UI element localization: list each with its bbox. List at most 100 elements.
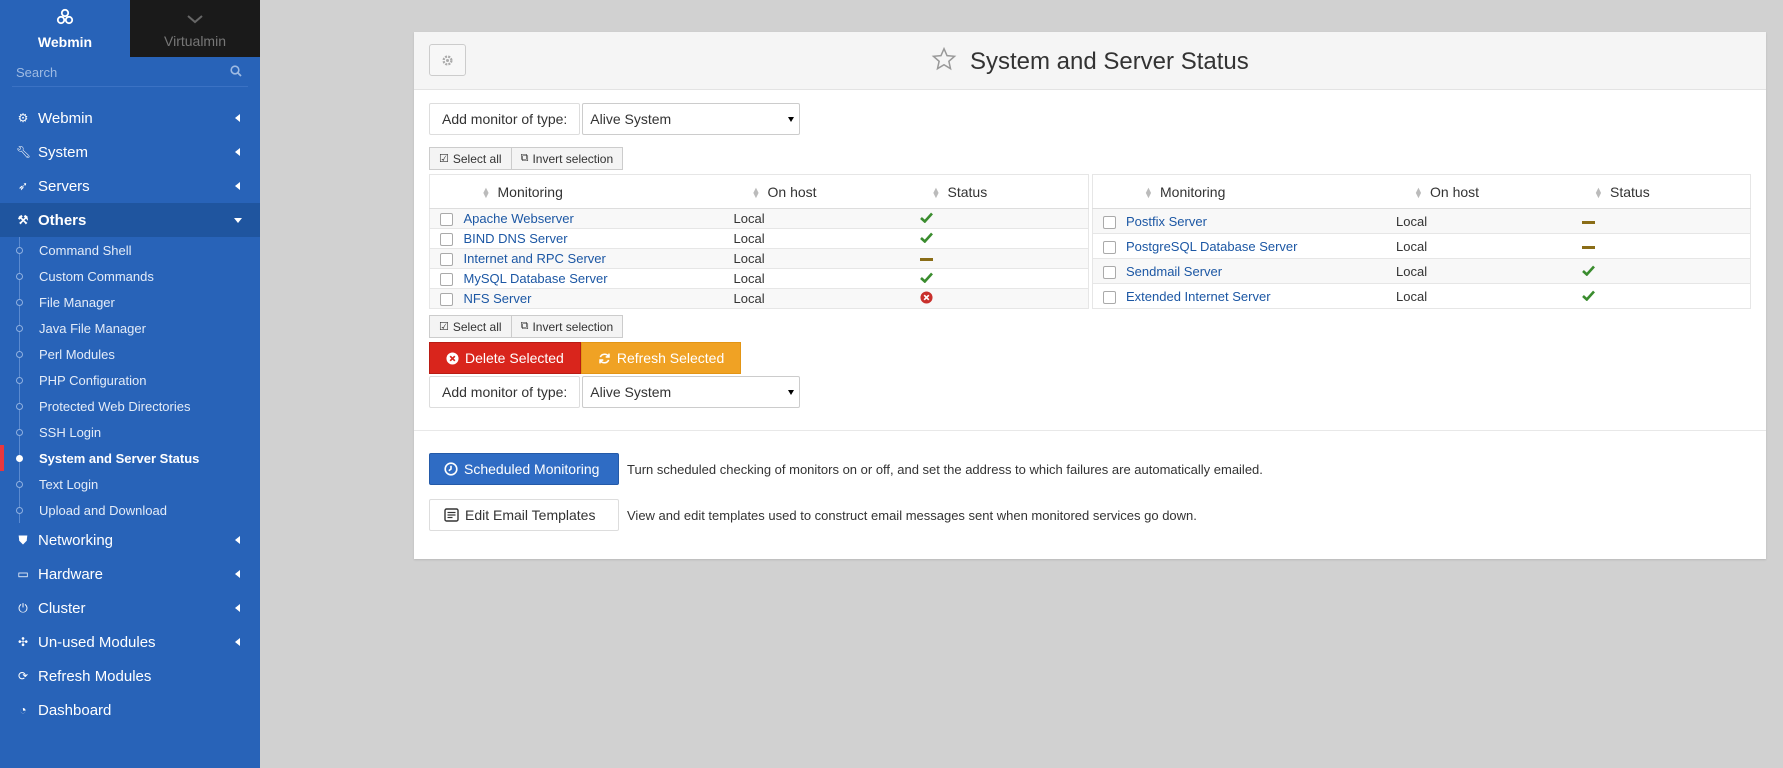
sidebar-item-label: Hardware: [38, 565, 104, 583]
shield-icon: ⛊: [18, 532, 28, 547]
bullet-icon: [16, 403, 23, 410]
row-checkbox[interactable]: [1102, 290, 1116, 304]
sidebar-item-networking[interactable]: ⛊ Networking: [0, 523, 260, 557]
row-select-cell: [429, 288, 464, 309]
tab-webmin[interactable]: Webmin: [0, 0, 130, 57]
invert-selection-button[interactable]: ⧉ Invert selection: [511, 147, 624, 170]
sidebar-item-perl-modules[interactable]: Perl Modules: [0, 341, 260, 367]
row-checkbox[interactable]: [440, 233, 454, 247]
edit-email-templates-button[interactable]: Edit Email Templates: [429, 499, 619, 531]
status-indicator: [919, 231, 933, 246]
sidebar-item-java-file-manager[interactable]: Java File Manager: [0, 315, 260, 341]
monitor-link[interactable]: Extended Internet Server: [1126, 289, 1271, 304]
select-all-button[interactable]: ☑ Select all: [429, 315, 512, 338]
monitor-link[interactable]: Sendmail Server: [1126, 264, 1222, 279]
sidebar-item-refresh-modules[interactable]: ⟳ Refresh Modules: [0, 659, 260, 693]
monitor-link[interactable]: BIND DNS Server: [464, 231, 568, 246]
tab-virtualmin[interactable]: Virtualmin: [130, 0, 260, 57]
sidebar-item-command-shell[interactable]: Command Shell: [0, 237, 260, 263]
sidebar-item-system-and-server-status[interactable]: System and Server Status: [0, 445, 260, 471]
sidebar-item-others[interactable]: ⚒ Others: [0, 203, 260, 237]
host-cell: Local: [733, 248, 914, 269]
monitor-type-select[interactable]: Alive System: [582, 103, 801, 135]
header-status[interactable]: ▲ ▼ Status: [913, 174, 1089, 209]
monitors-table-right: ▲ ▼ Monitoring ▲ ▼ On host ▲ ▼ Status Postfix …: [1091, 174, 1752, 309]
monitor-link[interactable]: PostgreSQL Database Server: [1126, 239, 1298, 254]
external-link-icon: ⧉: [520, 320, 529, 332]
star-icon[interactable]: [931, 46, 957, 72]
delete-selected-button[interactable]: Delete Selected: [429, 342, 581, 374]
sidebar-item-ssh-login[interactable]: SSH Login: [0, 419, 260, 445]
search-icon[interactable]: [230, 65, 242, 77]
sidebar-item-text-login[interactable]: Text Login: [0, 471, 260, 497]
dropdown-arrow-icon: [788, 390, 795, 395]
select-all-button[interactable]: ☑ Select all: [429, 147, 512, 170]
sort-icon: ▲ ▼: [1594, 184, 1603, 200]
minus-icon: [1582, 245, 1595, 249]
scheduled-monitoring-label: Scheduled Monitoring: [464, 461, 600, 477]
table-row: Extended Internet Server Local: [1091, 283, 1751, 309]
monitor-link[interactable]: Postfix Server: [1126, 214, 1207, 229]
sidebar-item-label: PHP Configuration: [39, 372, 147, 388]
header-status[interactable]: ▲ ▼ Status: [1576, 174, 1751, 209]
row-checkbox[interactable]: [440, 293, 454, 307]
sidebar-item-cluster[interactable]: ⏻ Cluster: [0, 591, 260, 625]
sidebar-item-file-manager[interactable]: File Manager: [0, 289, 260, 315]
header-on-host[interactable]: ▲ ▼ On host: [733, 174, 914, 209]
sidebar-item-system[interactable]: 🔧︎ System: [0, 135, 260, 169]
monitor-link[interactable]: Apache Webserver: [464, 211, 574, 226]
caret-left-icon: [235, 604, 240, 612]
bullet-icon: [16, 429, 23, 436]
row-checkbox[interactable]: [440, 253, 454, 267]
sidebar-item-php-configuration[interactable]: PHP Configuration: [0, 367, 260, 393]
sidebar-item-upload-and-download[interactable]: Upload and Download: [0, 497, 260, 523]
monitors-table-left: ▲ ▼ Monitoring ▲ ▼ On host ▲ ▼ Status Apache W…: [429, 174, 1089, 309]
add-monitor-label: Add monitor of type:: [429, 103, 581, 135]
monitor-link[interactable]: Internet and RPC Server: [464, 251, 606, 266]
invert-selection-button[interactable]: ⧉ Invert selection: [511, 315, 624, 338]
sidebar-item-custom-commands[interactable]: Custom Commands: [0, 263, 260, 289]
add-monitor-row-top: Add monitor of type: Alive System: [429, 103, 1751, 135]
row-checkbox[interactable]: [440, 213, 454, 227]
scheduled-monitoring-help: Turn scheduled checking of monitors on o…: [627, 461, 1263, 477]
sidebar-item-un-used-modules[interactable]: ✣ Un-used Modules: [0, 625, 260, 659]
sidebar-item-protected-web-directories[interactable]: Protected Web Directories: [0, 393, 260, 419]
row-checkbox[interactable]: [1102, 240, 1116, 254]
sidebar-item-webmin[interactable]: ⚙ Webmin: [0, 101, 260, 135]
row-select-cell: [1091, 208, 1126, 234]
edit-email-templates-label: Edit Email Templates: [465, 507, 596, 523]
scheduled-monitoring-button[interactable]: Scheduled Monitoring: [429, 453, 619, 485]
row-select-cell: [429, 208, 464, 229]
sort-icon: ▲ ▼: [481, 184, 491, 200]
check-icon: [919, 272, 933, 284]
row-checkbox[interactable]: [1102, 215, 1116, 229]
sidebar-item-hardware[interactable]: ▭ Hardware: [0, 557, 260, 591]
row-select-cell: [1091, 283, 1126, 309]
refresh-selected-button[interactable]: Refresh Selected: [580, 342, 742, 374]
refresh-icon: ⟳: [17, 669, 29, 683]
monitor-link[interactable]: MySQL Database Server: [464, 271, 608, 286]
header-monitoring[interactable]: ▲ ▼ Monitoring: [1126, 174, 1396, 209]
monitor-name-cell: BIND DNS Server: [463, 228, 734, 249]
host-cell: Local: [733, 268, 914, 289]
status-indicator: [919, 290, 933, 307]
monitor-name-cell: Sendmail Server: [1126, 258, 1396, 284]
monitor-link[interactable]: NFS Server: [464, 291, 532, 306]
row-checkbox[interactable]: [1102, 265, 1116, 279]
row-select-cell: [1091, 233, 1126, 259]
sidebar-item-servers[interactable]: ➶ Servers: [0, 169, 260, 203]
sidebar-item-dashboard[interactable]: ◔ Dashboard: [0, 693, 260, 727]
sidebar-item-label: Cluster: [38, 599, 86, 617]
header-select: [429, 174, 464, 209]
header-on-host[interactable]: ▲ ▼ On host: [1396, 174, 1576, 209]
header-monitoring[interactable]: ▲ ▼ Monitoring: [463, 174, 734, 209]
monitor-type-select[interactable]: Alive System: [582, 376, 801, 408]
status-cell: [913, 288, 1089, 309]
search-input[interactable]: [12, 57, 248, 87]
minus-icon: [919, 258, 933, 262]
row-checkbox[interactable]: [440, 273, 454, 287]
email-templates-help: View and edit templates used to construc…: [627, 507, 1197, 523]
select-all-label: Select all: [452, 151, 502, 166]
bullet-icon: [16, 455, 23, 462]
header-label: Status: [947, 183, 988, 200]
